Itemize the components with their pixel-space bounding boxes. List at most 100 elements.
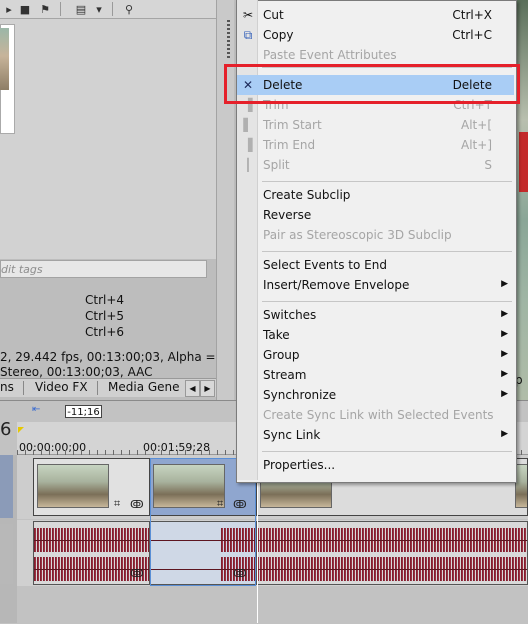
trim-end-icon: ▐ <box>243 138 253 152</box>
media-thumbnail-image <box>0 28 9 90</box>
menu-item-insert-remove-envelope[interactable]: Insert/Remove Envelope ▶ <box>237 275 514 295</box>
menu-item-copy[interactable]: ⧉ Copy Ctrl+C <box>237 25 514 45</box>
menu-item-label: Group <box>263 348 300 362</box>
audio-track-header[interactable] <box>0 524 13 584</box>
menu-item-label: Synchronize <box>263 388 337 402</box>
menu-item-label: Properties... <box>263 458 336 472</box>
stop-icon[interactable]: ■ <box>18 2 32 16</box>
menu-item-shortcut: Alt+] <box>461 138 492 152</box>
audio-event[interactable] <box>256 521 528 585</box>
tab-transitions[interactable]: ns <box>0 380 14 394</box>
menu-item-label: Trim End <box>263 138 316 152</box>
menu-item-group[interactable]: Group ▶ <box>237 345 514 365</box>
menu-item-shortcut: Ctrl+C <box>452 28 492 42</box>
menu-item-label: Select Events to End <box>263 258 387 272</box>
menu-separator <box>262 181 512 182</box>
shortcut-label: Ctrl+6 <box>85 325 125 339</box>
menu-item-shortcut: Ctrl+X <box>452 8 492 22</box>
menu-item-reverse[interactable]: Reverse <box>237 205 514 225</box>
menu-item-label: Paste Event Attributes <box>263 48 397 62</box>
menu-separator <box>262 301 512 302</box>
scissors-icon: ✂ <box>242 8 254 22</box>
submenu-arrow-icon: ▶ <box>501 279 508 289</box>
toolbar-divider <box>60 2 61 16</box>
menu-item-label: Reverse <box>263 208 312 222</box>
menu-item-shortcut: Alt+[ <box>461 118 492 132</box>
menu-item-properties[interactable]: Properties... <box>237 455 514 475</box>
menu-item-split[interactable]: ┃ Split S <box>237 155 514 175</box>
waveform-axis <box>257 540 527 541</box>
crop-icon[interactable]: ⌗ <box>114 497 120 511</box>
pane-splitter[interactable] <box>216 0 234 400</box>
view-icon[interactable]: ▤ <box>74 2 88 16</box>
menu-item-label: Trim Start <box>263 118 322 132</box>
menu-item-trim-start[interactable]: ▌ Trim Start Alt+[ <box>237 115 514 135</box>
toolbar-divider <box>112 2 113 16</box>
open-icon[interactable]: ▸ <box>2 2 16 16</box>
menu-item-switches[interactable]: Switches ▶ <box>237 305 514 325</box>
menu-item-paste-event-attributes[interactable]: Paste Event Attributes <box>237 45 514 65</box>
top-toolbar: ▸ ■ ⚑ ▤ ▾ ⚲ <box>0 0 233 19</box>
tab-divider <box>23 381 24 395</box>
menu-item-label: Sync Link <box>263 428 321 442</box>
menu-item-sync-link[interactable]: Sync Link ▶ <box>237 425 514 445</box>
track-number: 6 <box>0 419 12 440</box>
playhead-marker-icon[interactable] <box>18 427 24 433</box>
search-icon[interactable]: ⚲ <box>122 2 136 16</box>
tab-scroll-left-button[interactable]: ◀ <box>185 380 200 397</box>
preview-red-sign <box>519 132 528 192</box>
menu-item-take[interactable]: Take ▶ <box>237 325 514 345</box>
menu-item-cut[interactable]: ✂ Cut Ctrl+X <box>237 5 514 25</box>
media-pane <box>0 19 216 259</box>
window-tab-bar: ns Video FX Media Genera ◀ ▶ <box>0 378 216 397</box>
submenu-arrow-icon: ▶ <box>501 369 508 379</box>
submenu-arrow-icon: ▶ <box>501 389 508 399</box>
waveform-axis <box>34 540 149 541</box>
flag-icon[interactable]: ⚑ <box>38 2 52 16</box>
splitter-grip[interactable] <box>227 20 230 60</box>
loop-marker-icon[interactable]: ⇤ <box>32 404 40 415</box>
dropdown-icon[interactable]: ▾ <box>92 2 106 16</box>
menu-item-trim-end[interactable]: ▐ Trim End Alt+] <box>237 135 514 155</box>
menu-item-label: Cut <box>263 8 284 22</box>
tab-media-generators[interactable]: Media Genera <box>108 380 180 394</box>
waveform-axis <box>257 569 527 570</box>
video-thumbnail <box>37 464 109 508</box>
menu-item-label: Copy <box>263 28 294 42</box>
menu-item-label: Stream <box>263 368 307 382</box>
menu-item-label: Take <box>263 328 290 342</box>
tab-video-fx[interactable]: Video FX <box>35 380 88 394</box>
audio-event[interactable]: ↂ <box>33 521 150 585</box>
video-event[interactable]: ⌗ ↂ <box>33 458 150 516</box>
menu-separator <box>262 451 512 452</box>
tags-placeholder: dit tags <box>1 263 43 276</box>
menu-item-select-events-to-end[interactable]: Select Events to End <box>237 255 514 275</box>
menu-item-pair-stereoscopic[interactable]: Pair as Stereoscopic 3D Subclip <box>237 225 514 245</box>
cursor-position: -11;16 <box>65 405 102 418</box>
highlight-annotation-box <box>224 64 520 104</box>
menu-item-synchronize[interactable]: Synchronize ▶ <box>237 385 514 405</box>
menu-item-create-subclip[interactable]: Create Subclip <box>237 185 514 205</box>
menu-item-label: Pair as Stereoscopic 3D Subclip <box>263 228 452 242</box>
media-info-video: 2, 29.442 fps, 00:13:00;03, Alpha = N <box>0 350 229 364</box>
menu-item-label: Create Subclip <box>263 188 351 202</box>
tags-input[interactable]: dit tags <box>0 260 207 278</box>
submenu-arrow-icon: ▶ <box>501 429 508 439</box>
submenu-arrow-icon: ▶ <box>501 309 508 319</box>
tab-divider <box>97 381 98 395</box>
menu-item-shortcut: S <box>484 158 492 172</box>
submenu-arrow-icon: ▶ <box>501 349 508 359</box>
shortcut-label: Ctrl+4 <box>85 293 125 307</box>
menu-item-stream[interactable]: Stream ▶ <box>237 365 514 385</box>
submenu-arrow-icon: ▶ <box>501 329 508 339</box>
tab-scroll-right-button[interactable]: ▶ <box>200 380 215 397</box>
fx-icon[interactable]: ↂ <box>130 567 144 580</box>
trim-start-icon: ▌ <box>243 118 253 132</box>
media-info-audio: Stereo, 00:13:00;03, AAC <box>0 365 153 379</box>
video-track-header[interactable] <box>0 455 13 518</box>
menu-item-create-sync-link[interactable]: Create Sync Link with Selected Events <box>237 405 514 425</box>
fx-icon[interactable]: ↂ <box>130 498 144 511</box>
copy-icon: ⧉ <box>243 27 253 42</box>
menu-item-label: Split <box>263 158 290 172</box>
menu-item-label: Switches <box>263 308 317 322</box>
